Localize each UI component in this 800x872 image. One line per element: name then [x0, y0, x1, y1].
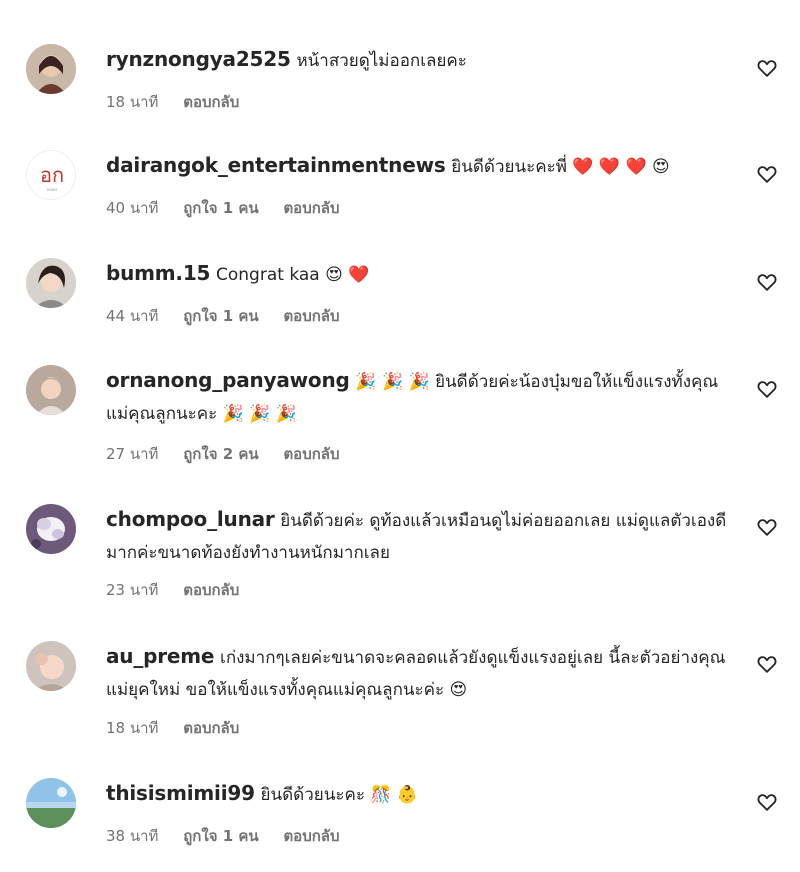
reply-button[interactable]: ตอบกลับ: [283, 445, 339, 463]
comment-username[interactable]: bumm.15: [106, 261, 210, 285]
reply-button[interactable]: ตอบกลับ: [183, 93, 239, 111]
comment-time[interactable]: 27 นาที: [106, 445, 158, 463]
avatar[interactable]: [26, 44, 76, 94]
likes-count[interactable]: ถูกใจ 1 คน: [183, 827, 258, 845]
comment-username[interactable]: rynznongya2525: [106, 47, 291, 71]
comment-username[interactable]: thisismimii99: [106, 781, 255, 805]
like-heart-icon[interactable]: [756, 271, 778, 293]
comment-time[interactable]: 18 นาที: [106, 93, 158, 111]
likes-count[interactable]: ถูกใจ 1 คน: [183, 199, 258, 217]
like-heart-icon[interactable]: [756, 653, 778, 675]
comment-time[interactable]: 18 นาที: [106, 719, 158, 737]
reply-button[interactable]: ตอบกลับ: [283, 199, 339, 217]
like-heart-icon[interactable]: [756, 791, 778, 813]
likes-count[interactable]: ถูกใจ 1 คน: [183, 307, 258, 325]
comment-text: หน้าสวยดูไม่ออกเลยคะ: [296, 51, 467, 71]
svg-text:news: news: [47, 187, 57, 192]
avatar[interactable]: [26, 258, 76, 308]
comment-time[interactable]: 40 นาที: [106, 199, 158, 217]
comment-time[interactable]: 44 นาที: [106, 307, 158, 325]
avatar[interactable]: [26, 365, 76, 415]
comment-username[interactable]: dairangok_entertainmentnews: [106, 153, 446, 177]
avatar[interactable]: [26, 641, 76, 691]
like-heart-icon[interactable]: [756, 378, 778, 400]
comment-text: ยินดีด้วยนะคะ 🎊 👶: [260, 785, 419, 805]
likes-count[interactable]: ถูกใจ 2 คน: [183, 445, 258, 463]
reply-button[interactable]: ตอบกลับ: [183, 719, 239, 737]
avatar[interactable]: [26, 504, 76, 554]
like-heart-icon[interactable]: [756, 57, 778, 79]
reply-button[interactable]: ตอบกลับ: [183, 581, 239, 599]
reply-button[interactable]: ตอบกลับ: [283, 307, 339, 325]
comment-username[interactable]: au_preme: [106, 644, 214, 668]
avatar[interactable]: อก news: [26, 150, 76, 200]
reply-button[interactable]: ตอบกลับ: [283, 827, 339, 845]
svg-text:อก: อก: [40, 163, 64, 187]
comment-text: Congrat kaa 😍 ❤️: [216, 265, 370, 285]
comment-text: ยินดีด้วยนะคะพี่ ❤️ ❤️ ❤️ 😍: [451, 157, 670, 177]
comment-time[interactable]: 23 นาที: [106, 581, 158, 599]
like-heart-icon[interactable]: [756, 516, 778, 538]
comment-username[interactable]: chompoo_lunar: [106, 507, 275, 531]
comment-username[interactable]: ornanong_panyawong: [106, 368, 350, 392]
avatar[interactable]: [26, 778, 76, 828]
like-heart-icon[interactable]: [756, 163, 778, 185]
comment-time[interactable]: 38 นาที: [106, 827, 158, 845]
